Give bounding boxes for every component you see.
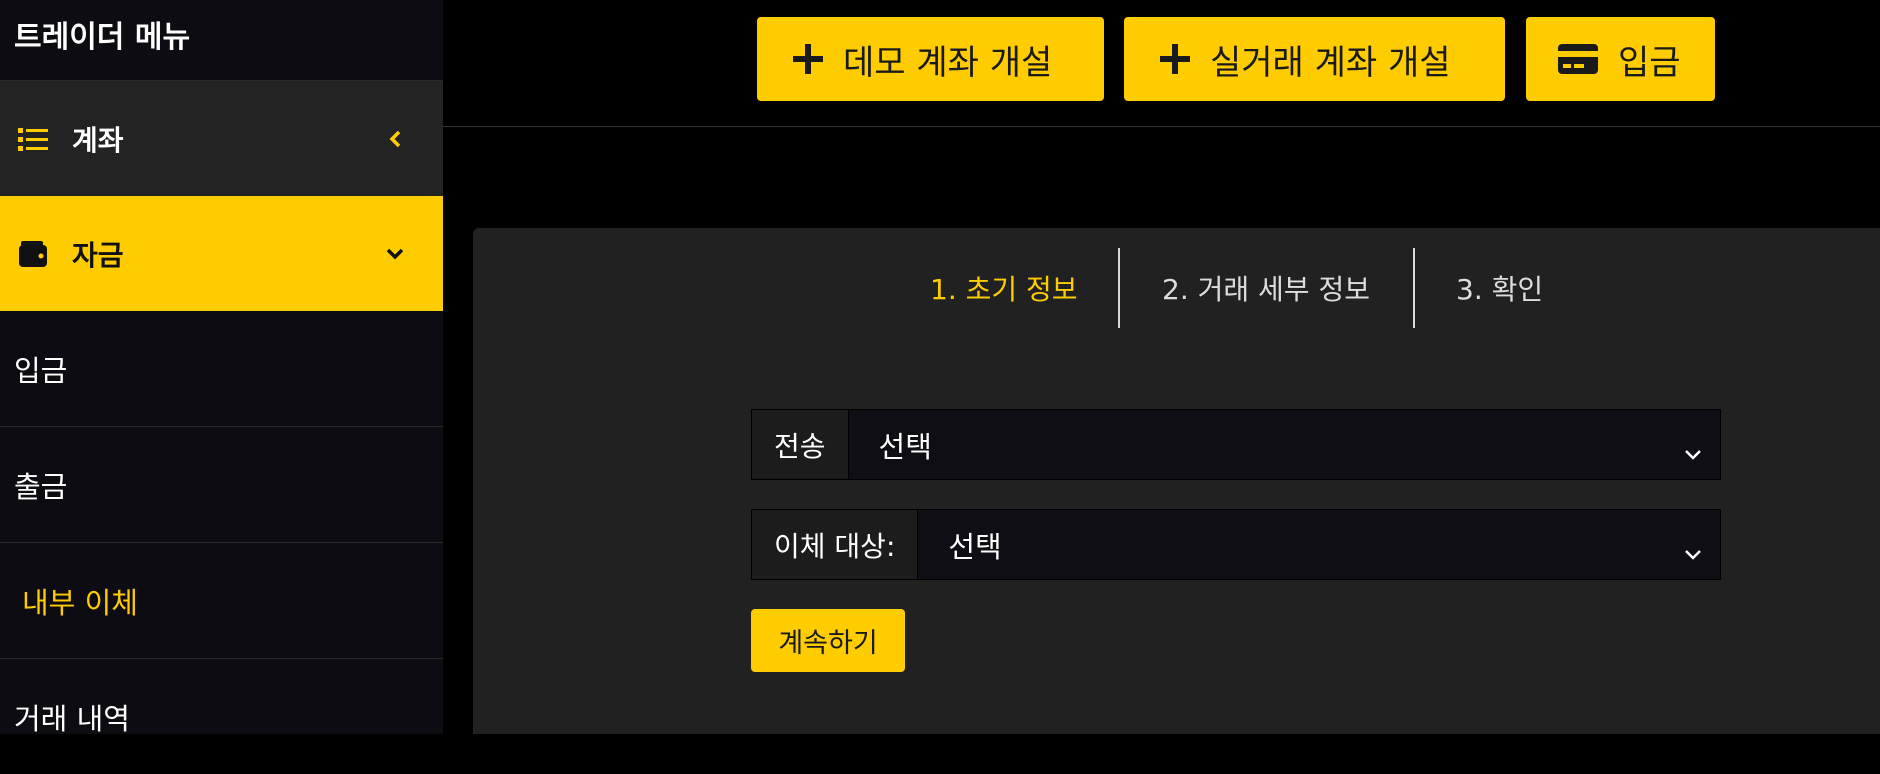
deposit-label: 입금 (1618, 42, 1681, 83)
sidebar: 트레이더 메뉴 계좌 자금 입금 출금 내부 이체 거래 내역 (0, 0, 443, 736)
transfer-to-select[interactable]: 선택 (918, 510, 1720, 579)
transfer-to-value: 선택 (948, 529, 1002, 564)
transfer-from-field: 전송 선택 (751, 409, 1721, 480)
sidebar-item-label: 입금 (14, 353, 68, 388)
step-initial-info: 1. 초기 정보 (930, 273, 1078, 306)
sidebar-item-withdraw[interactable]: 출금 (0, 427, 443, 542)
wallet-icon (18, 239, 48, 269)
step-divider (1118, 248, 1120, 328)
sidebar-accounts-label: 계좌 (72, 123, 124, 157)
divider (443, 126, 1880, 127)
open-demo-account-label: 데모 계좌 개설 (843, 42, 1053, 83)
deposit-button[interactable]: 입금 (1526, 17, 1715, 101)
sidebar-section-funds[interactable]: 자금 (0, 196, 443, 311)
sidebar-item-label: 출금 (14, 469, 68, 504)
transfer-from-select[interactable]: 선택 (849, 410, 1720, 479)
open-real-account-button[interactable]: 실거래 계좌 개설 (1124, 17, 1505, 101)
open-real-account-label: 실거래 계좌 개설 (1210, 42, 1451, 83)
chevron-down-icon (1684, 434, 1702, 468)
step-divider (1413, 248, 1415, 328)
chevron-left-icon (380, 124, 410, 154)
open-demo-account-button[interactable]: 데모 계좌 개설 (757, 17, 1104, 101)
transfer-to-label: 이체 대상: (752, 510, 919, 579)
sidebar-title: 트레이더 메뉴 (14, 20, 191, 55)
step-confirm: 3. 확인 (1456, 273, 1544, 306)
list-icon (18, 124, 48, 154)
sidebar-item-deposit[interactable]: 입금 (0, 311, 443, 426)
sidebar-section-accounts[interactable]: 계좌 (0, 81, 443, 196)
transfer-from-value: 선택 (878, 429, 932, 464)
sidebar-item-history[interactable]: 거래 내역 (0, 659, 443, 774)
sidebar-item-label: 내부 이체 (22, 585, 138, 620)
chevron-down-icon (1684, 534, 1702, 568)
plus-icon (1160, 44, 1190, 74)
plus-icon (793, 44, 823, 74)
sidebar-funds-label: 자금 (72, 238, 124, 272)
transfer-to-field: 이체 대상: 선택 (751, 509, 1721, 580)
transfer-from-label: 전송 (752, 410, 849, 479)
chevron-down-icon (380, 239, 410, 269)
continue-button[interactable]: 계속하기 (751, 609, 905, 672)
credit-card-icon (1558, 44, 1598, 74)
step-trade-details: 2. 거래 세부 정보 (1162, 273, 1370, 306)
sidebar-item-label: 거래 내역 (14, 701, 130, 736)
sidebar-item-internal-transfer[interactable]: 내부 이체 (0, 543, 443, 658)
